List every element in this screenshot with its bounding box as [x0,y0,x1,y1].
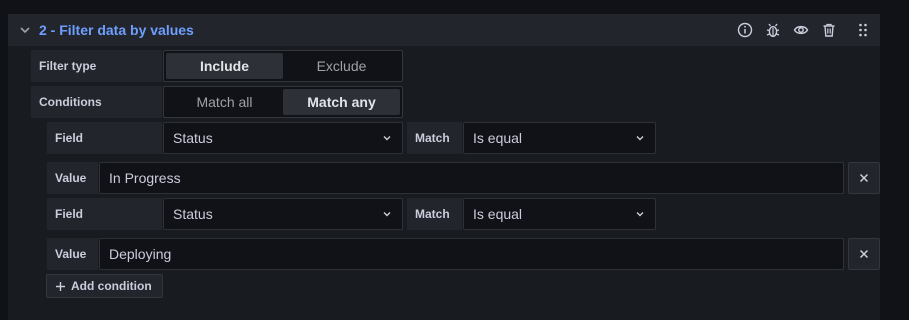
chevron-down-icon [636,136,644,141]
add-condition-label: Add condition [71,279,152,293]
chevron-down-icon[interactable] [18,23,32,37]
condition-1-value-text: In Progress [109,170,181,186]
chevron-down-icon [383,212,391,217]
condition-1-value-input[interactable]: In Progress [99,162,844,194]
condition-1-field-label: Field [47,122,162,154]
filter-type-include-option[interactable]: Include [166,53,283,79]
condition-1-field-value: Status [173,130,213,146]
transformation-header[interactable]: 2 - Filter data by values [8,14,880,46]
filter-type-radio-group: Include Exclude [163,50,403,82]
conditions-match-all-option[interactable]: Match all [166,89,283,115]
conditions-match-any-option[interactable]: Match any [283,89,400,115]
remove-condition-1-button[interactable] [848,162,880,194]
conditions-radio-group: Match all Match any [163,86,403,118]
filter-type-exclude-option[interactable]: Exclude [283,53,400,79]
condition-2-value-input[interactable]: Deploying [99,238,844,270]
condition-1-match-select[interactable]: Is equal [463,122,656,154]
condition-1-match-label: Match [407,122,462,154]
condition-2-match-label: Match [407,198,462,230]
condition-2-field-select[interactable]: Status [163,198,403,230]
condition-2-field-value: Status [173,206,213,222]
condition-2-value-text: Deploying [109,246,172,262]
chevron-down-icon [383,136,391,141]
filter-type-label: Filter type [31,50,162,82]
conditions-label: Conditions [31,86,162,118]
chevron-down-icon [636,212,644,217]
trash-icon[interactable] [821,22,837,38]
condition-2-match-value: Is equal [473,206,523,222]
condition-1-field-select[interactable]: Status [163,122,403,154]
condition-1-match-value: Is equal [473,130,523,146]
eye-icon[interactable] [793,22,809,38]
transformation-title: 2 - Filter data by values [39,22,194,38]
plus-icon [56,281,65,291]
condition-1-value-label: Value [47,162,98,194]
condition-2-value-label: Value [47,238,98,270]
close-icon [859,249,869,259]
condition-2-match-select[interactable]: Is equal [463,198,656,230]
info-icon[interactable] [737,22,753,38]
close-icon [859,173,869,183]
condition-2-field-label: Field [47,198,162,230]
transformation-panel: 2 - Filter data by values Filter type In… [8,14,880,320]
add-condition-button[interactable]: Add condition [46,274,163,298]
remove-condition-2-button[interactable] [848,238,880,270]
drag-handle-icon[interactable] [855,22,871,38]
bug-icon[interactable] [765,22,781,38]
